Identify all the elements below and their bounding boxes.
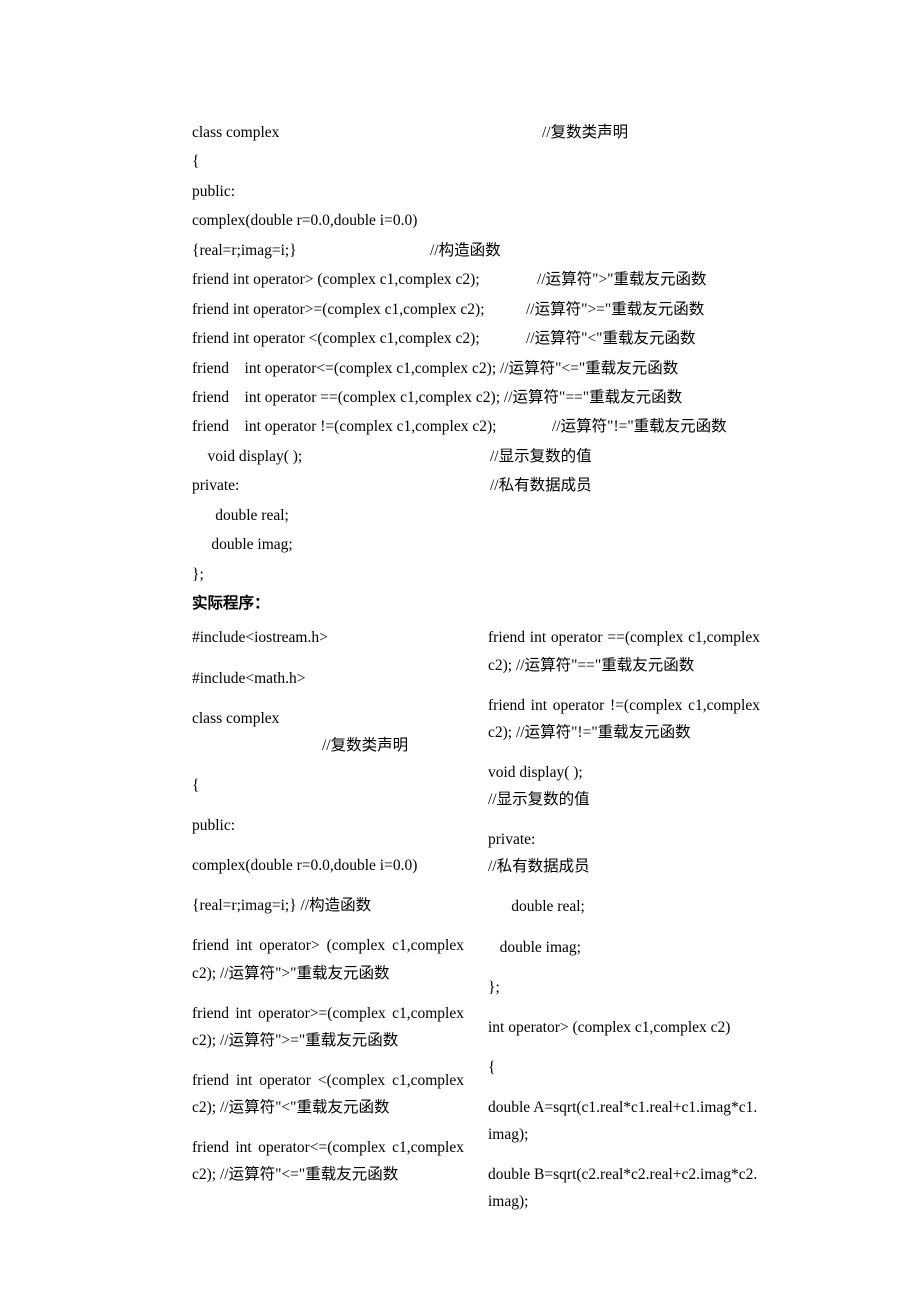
code-text: }; bbox=[192, 560, 204, 589]
code-text: friend int operator> (complex c1,complex… bbox=[192, 932, 464, 986]
code-text: void display( ); bbox=[192, 442, 490, 471]
code-text: { bbox=[488, 1054, 760, 1081]
code-text: double imag; bbox=[488, 934, 760, 961]
code-text: friend int operator>=(complex c1,complex… bbox=[192, 295, 526, 324]
code-text: double B=sqrt(c2.real*c2.real+c2.imag*c2… bbox=[488, 1161, 760, 1215]
right-column: friend int operator ==(complex c1,comple… bbox=[488, 624, 760, 1228]
document-page: class complex//复数类声明 { public: complex(d… bbox=[0, 0, 920, 1302]
code-text: public: bbox=[192, 177, 235, 206]
code-text: double imag; bbox=[192, 530, 293, 559]
code-comment: //复数类声明 bbox=[542, 118, 628, 147]
code-text: private: bbox=[192, 471, 490, 500]
code-text: friend int operator> (complex c1,complex… bbox=[192, 265, 537, 294]
code-text: double real; bbox=[192, 501, 289, 530]
left-column: #include<iostream.h> #include<math.h> cl… bbox=[192, 624, 464, 1228]
two-column-layout: #include<iostream.h> #include<math.h> cl… bbox=[192, 624, 760, 1228]
code-text: #include<iostream.h> bbox=[192, 624, 464, 651]
code-text: friend int operator <(complex c1,complex… bbox=[192, 324, 526, 353]
code-text: class complex//复数类声明 bbox=[192, 705, 464, 759]
code-text: friend int operator<=(complex c1,complex… bbox=[192, 1134, 464, 1188]
code-comment: //私有数据成员 bbox=[490, 471, 592, 500]
code-text: complex(double r=0.0,double i=0.0) bbox=[192, 206, 417, 235]
code-text: { bbox=[192, 772, 464, 799]
code-text: }; bbox=[488, 974, 760, 1001]
code-comment: //运算符">="重载友元函数 bbox=[526, 295, 704, 324]
code-text: friend int operator ==(complex c1,comple… bbox=[192, 383, 682, 412]
code-text: class complex bbox=[192, 118, 542, 147]
code-text: double A=sqrt(c1.real*c1.real+c1.imag*c1… bbox=[488, 1094, 760, 1148]
code-text: friend int operator>=(complex c1,complex… bbox=[192, 1000, 464, 1054]
code-text: #include<math.h> bbox=[192, 665, 464, 692]
code-text: {real=r;imag=i;} bbox=[192, 236, 430, 265]
code-text: friend int operator <(complex c1,complex… bbox=[192, 1067, 464, 1121]
code-comment: //运算符"!="重载友元函数 bbox=[552, 412, 727, 441]
code-text: friend int operator<=(complex c1,complex… bbox=[192, 354, 678, 383]
code-text: public: bbox=[192, 812, 464, 839]
code-text: double real; bbox=[488, 893, 760, 920]
code-text: {real=r;imag=i;} //构造函数 bbox=[192, 892, 464, 919]
code-text: friend int operator !=(complex c1,comple… bbox=[488, 692, 760, 746]
code-comment: //运算符">"重载友元函数 bbox=[537, 265, 707, 294]
code-text: { bbox=[192, 147, 199, 176]
code-text: int operator> (complex c1,complex c2) bbox=[488, 1014, 760, 1041]
code-text: void display( );//显示复数的值 bbox=[488, 759, 760, 813]
class-decl-code: class complex//复数类声明 { public: complex(d… bbox=[192, 118, 760, 589]
code-text: friend int operator !=(complex c1,comple… bbox=[192, 412, 552, 441]
code-text: private://私有数据成员 bbox=[488, 826, 760, 880]
code-comment: //显示复数的值 bbox=[490, 442, 592, 471]
section-heading: 实际程序： bbox=[192, 589, 760, 618]
code-text: friend int operator ==(complex c1,comple… bbox=[488, 624, 760, 678]
code-comment: //运算符"<"重载友元函数 bbox=[526, 324, 696, 353]
code-comment: //构造函数 bbox=[430, 236, 501, 265]
code-text: complex(double r=0.0,double i=0.0) bbox=[192, 852, 464, 879]
